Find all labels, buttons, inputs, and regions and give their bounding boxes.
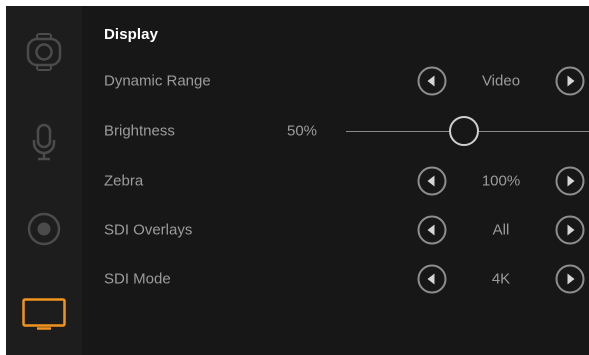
- setting-label: Brightness: [104, 122, 175, 140]
- right-arrow-icon: [555, 166, 585, 196]
- sdi-mode-prev-button[interactable]: [417, 264, 447, 294]
- setting-row-zebra: Zebra 100%: [82, 161, 589, 201]
- dynamic-range-prev-button[interactable]: [417, 66, 447, 96]
- left-arrow-icon: [417, 66, 447, 96]
- setting-value: Video: [481, 72, 521, 90]
- setting-label: Zebra: [104, 172, 144, 190]
- monitor-icon: [22, 298, 66, 330]
- zebra-prev-button[interactable]: [417, 166, 447, 196]
- left-arrow-icon: [417, 264, 447, 294]
- sidebar-item-record[interactable]: [19, 204, 69, 254]
- record-icon: [27, 212, 61, 246]
- display-settings-panel: Display Dynamic Range Video Brightness 5…: [82, 6, 589, 355]
- right-arrow-icon: [555, 264, 585, 294]
- setting-row-dynamic-range: Dynamic Range Video: [82, 61, 589, 101]
- sdi-overlays-prev-button[interactable]: [417, 215, 447, 245]
- setting-row-sdi-overlays: SDI Overlays All: [82, 210, 589, 250]
- setting-row-brightness: Brightness 50%: [82, 111, 589, 151]
- sidebar-item-camera[interactable]: [19, 27, 69, 77]
- page-title: Display: [104, 26, 159, 43]
- right-arrow-icon: [555, 215, 585, 245]
- sdi-overlays-next-button[interactable]: [555, 215, 585, 245]
- setting-value: 100%: [481, 172, 521, 190]
- camera-menu-screen: Display Dynamic Range Video Brightness 5…: [6, 6, 589, 355]
- sidebar: [6, 6, 82, 355]
- setting-value: All: [492, 221, 510, 239]
- camera-icon: [26, 33, 62, 71]
- sdi-mode-next-button[interactable]: [555, 264, 585, 294]
- setting-label: Dynamic Range: [104, 72, 211, 90]
- left-arrow-icon: [417, 215, 447, 245]
- setting-row-sdi-mode: SDI Mode 4K: [82, 259, 589, 299]
- sidebar-item-audio[interactable]: [19, 117, 69, 167]
- setting-label: SDI Overlays: [104, 221, 193, 239]
- sidebar-item-display[interactable]: [19, 289, 69, 339]
- microphone-icon: [32, 123, 56, 161]
- setting-value: 4K: [491, 270, 511, 288]
- setting-label: SDI Mode: [104, 270, 171, 288]
- right-arrow-icon: [555, 66, 585, 96]
- dynamic-range-next-button[interactable]: [555, 66, 585, 96]
- zebra-next-button[interactable]: [555, 166, 585, 196]
- brightness-value: 50%: [287, 122, 318, 140]
- brightness-slider-knob[interactable]: [449, 116, 479, 146]
- left-arrow-icon: [417, 166, 447, 196]
